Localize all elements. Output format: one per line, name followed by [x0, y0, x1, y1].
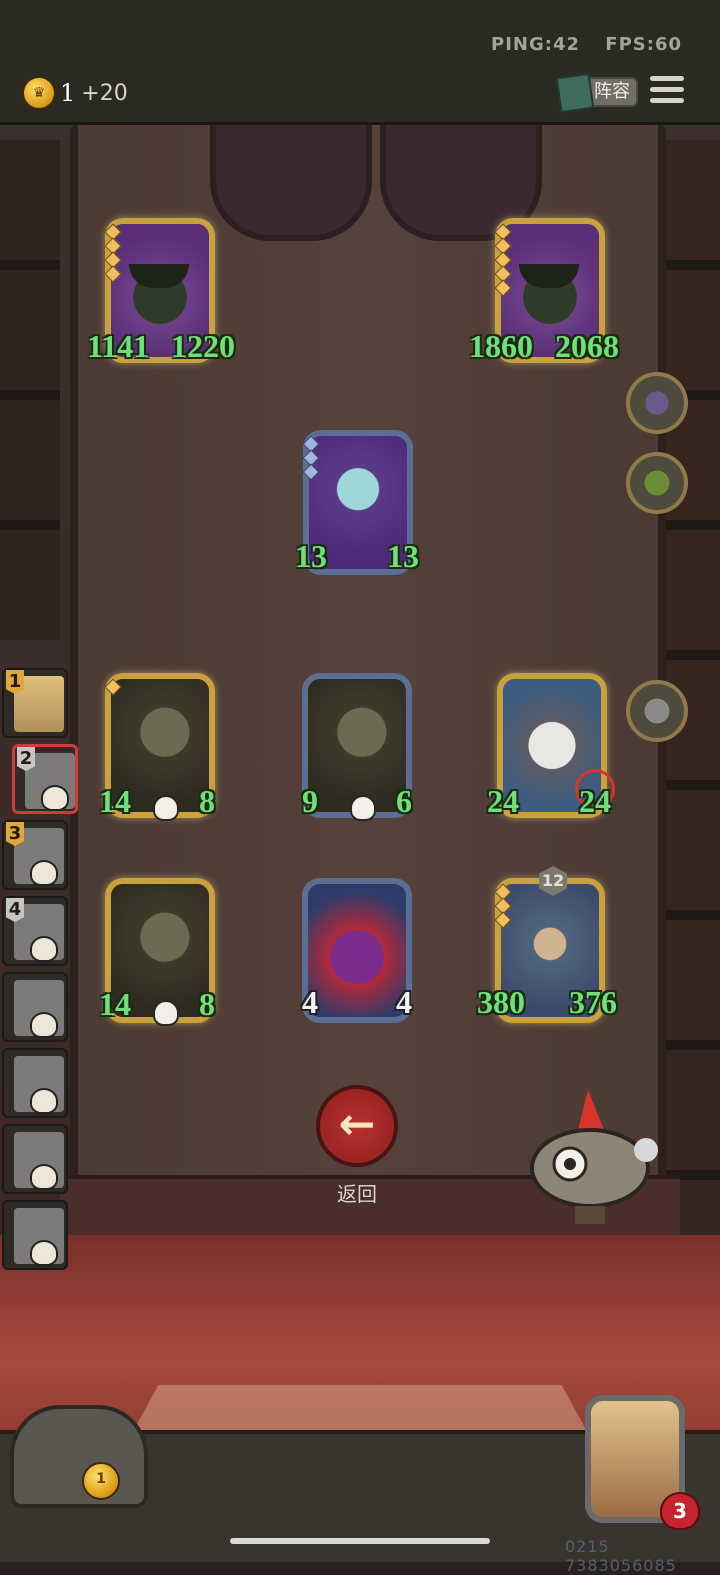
back-label: 返回: [337, 1182, 377, 1206]
skull-icon: [30, 1088, 58, 1114]
minion-health: 2068: [555, 328, 619, 364]
bonsai-tree-icon[interactable]: [626, 452, 688, 514]
minion-attack: 14: [99, 986, 131, 1022]
witch-gunner-art: [308, 679, 406, 812]
minion-attack: 380: [477, 984, 525, 1020]
rank-badge: 2: [17, 747, 35, 771]
minion-attack: 4: [302, 984, 318, 1020]
player-list-item-3[interactable]: 3: [2, 820, 68, 890]
minion-health: 1220: [171, 328, 235, 364]
player-list-item-5[interactable]: [2, 972, 68, 1042]
rank-badge: 3: [6, 822, 24, 846]
player-list-item-7[interactable]: [2, 1124, 68, 1194]
player-minion-2[interactable]: 9 6: [302, 673, 422, 823]
clown-art: [308, 884, 406, 1017]
minion-health: 8: [199, 986, 215, 1022]
lineup-button[interactable]: 阵容: [555, 72, 638, 114]
minion-health: 6: [396, 783, 412, 819]
minion-attack: 14: [99, 783, 131, 819]
minion-attack: 9: [302, 783, 318, 819]
hero-health-heart: 3: [660, 1492, 700, 1530]
skull-icon: [30, 1164, 58, 1190]
skull-icon: [153, 1000, 179, 1026]
home-indicator[interactable]: [230, 1538, 490, 1544]
enemy-minion-2[interactable]: 1860 2068: [469, 218, 619, 368]
minion-health: 24: [579, 783, 611, 819]
rank-badge: 4: [6, 898, 24, 922]
treasure-chest-button[interactable]: [10, 1405, 148, 1508]
skull-icon: [153, 795, 179, 821]
skull-icon: [30, 1012, 58, 1038]
player-minion-6[interactable]: 12 380 376: [477, 866, 617, 1028]
minion-attack: 1860: [469, 328, 533, 364]
skull-icon: [30, 936, 58, 962]
player-minion-4[interactable]: 14 8: [99, 878, 225, 1028]
skull-icon: [350, 795, 376, 821]
player-list-item-8[interactable]: [2, 1200, 68, 1270]
coin-icon: ♛: [22, 76, 56, 110]
minion-health: 4: [396, 984, 412, 1020]
ping-readout: PING:42: [491, 34, 581, 55]
session-id: 0215 7383056085: [565, 1537, 677, 1575]
enemy-hero-card[interactable]: 13 13: [295, 430, 423, 580]
player-minion-1[interactable]: 14 8: [99, 673, 225, 823]
coin-amount: 1: [60, 79, 76, 107]
coin-counter: ♛ 1 +20: [22, 76, 128, 110]
minion-health: 376: [569, 984, 617, 1020]
player-list-item-6[interactable]: [2, 1048, 68, 1118]
fps-readout: FPS:60: [605, 34, 682, 55]
player-list-item-1[interactable]: 1: [2, 668, 68, 738]
robot-mascot: [530, 1090, 658, 1224]
arrow-left-icon: ←: [338, 1099, 376, 1150]
minion-health: 8: [199, 783, 215, 819]
lineup-label: 阵容: [594, 81, 630, 102]
book-icon: [555, 72, 595, 114]
robot-icon[interactable]: [626, 680, 688, 742]
enemy-minion-1[interactable]: 1141 1220: [87, 218, 235, 368]
skull-icon: [30, 1240, 58, 1266]
skull-icon: [30, 860, 58, 886]
hero-health: 13: [387, 538, 419, 574]
player-minion-3[interactable]: 24 24: [487, 673, 617, 823]
hamburger-menu-icon[interactable]: [650, 76, 684, 106]
chest-coin-count: 1: [82, 1462, 120, 1500]
hero-attack: 13: [295, 538, 327, 574]
back-button[interactable]: ←: [316, 1085, 398, 1167]
player-list-item-4[interactable]: 4: [2, 896, 68, 966]
network-stats: PING:42 FPS:60: [473, 34, 682, 55]
skull-icon: [41, 785, 69, 811]
coin-income: +20: [81, 80, 128, 106]
player-minion-5[interactable]: 4 4: [302, 878, 422, 1028]
rank-badge: 1: [6, 670, 24, 694]
door-arch-left: [210, 125, 372, 241]
player-list-item-2[interactable]: 2: [12, 744, 78, 814]
minion-attack: 24: [487, 783, 519, 819]
left-bookshelf: [0, 140, 60, 640]
minion-attack: 1141: [87, 328, 150, 364]
voodoo-doll-icon[interactable]: [626, 372, 688, 434]
